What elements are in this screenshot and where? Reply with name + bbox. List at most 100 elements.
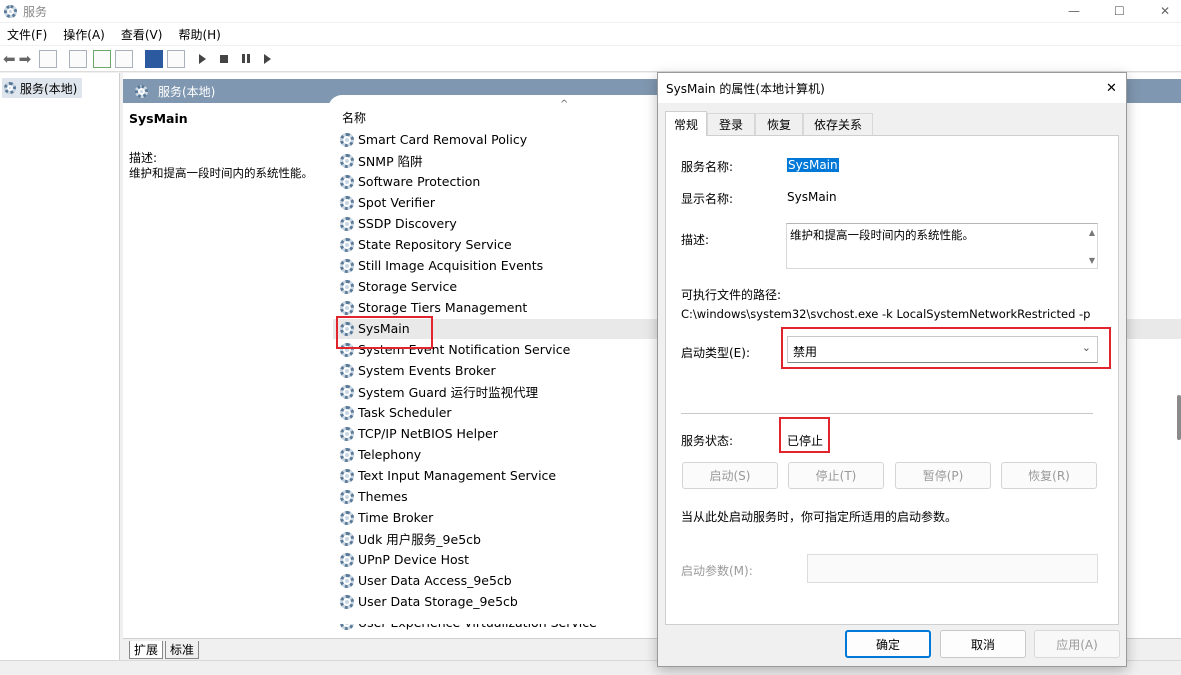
export-list-icon[interactable] bbox=[115, 49, 134, 68]
restart-icon[interactable] bbox=[264, 53, 272, 64]
window-title: 服务 bbox=[23, 4, 48, 19]
services-icon bbox=[4, 82, 16, 94]
apply-button[interactable]: 应用(A) bbox=[1034, 630, 1120, 658]
selected-service-desc-label: 描述: bbox=[129, 151, 158, 165]
service-row[interactable]: User Data Storage_9e5cb bbox=[340, 591, 518, 612]
stop-icon[interactable] bbox=[220, 54, 229, 63]
service-row-label: Udk 用户服务_9e5cb bbox=[358, 532, 481, 547]
play-icon[interactable] bbox=[199, 53, 207, 64]
service-gear-icon bbox=[340, 573, 354, 588]
tab-standard[interactable]: 标准 bbox=[165, 641, 200, 659]
service-row-label: Task Scheduler bbox=[358, 405, 452, 420]
properties-icon[interactable] bbox=[69, 49, 88, 68]
service-row-label: Themes bbox=[358, 489, 408, 504]
exe-path-label: 可执行文件的路径: bbox=[681, 288, 782, 302]
pause-icon[interactable] bbox=[242, 54, 251, 63]
tab-general[interactable]: 常规 bbox=[665, 111, 707, 136]
service-row[interactable]: Time Broker bbox=[340, 507, 433, 528]
resume-button[interactable]: 恢复(R) bbox=[1001, 462, 1097, 489]
service-row[interactable]: Text Input Management Service bbox=[340, 465, 556, 486]
panel-header-title: 服务(本地) bbox=[158, 84, 216, 99]
tab-logon-label: 登录 bbox=[718, 118, 743, 132]
properties-dialog: SysMain 的属性(本地计算机) ✕ 常规 登录 恢复 依存关系 服务名称:… bbox=[657, 72, 1127, 667]
service-row-label: Software Protection bbox=[358, 174, 481, 189]
service-row[interactable]: State Repository Service bbox=[340, 234, 512, 255]
ok-button[interactable]: 确定 bbox=[845, 630, 931, 658]
menu-help[interactable]: 帮助(H) bbox=[178, 26, 220, 43]
help-icon[interactable] bbox=[145, 49, 164, 68]
service-row[interactable]: Spot Verifier bbox=[340, 192, 435, 213]
vertical-scrollbar-thumb[interactable] bbox=[1177, 395, 1181, 440]
service-row[interactable]: SNMP 陷阱 bbox=[340, 150, 423, 171]
service-row-label: System Events Broker bbox=[358, 363, 496, 378]
service-row-label: Telephony bbox=[358, 447, 422, 462]
service-row[interactable]: SSDP Discovery bbox=[340, 213, 457, 234]
cancel-button[interactable]: 取消 bbox=[940, 630, 1026, 658]
service-row[interactable]: System Guard 运行时监视代理 bbox=[340, 381, 538, 402]
start-button[interactable]: 启动(S) bbox=[682, 462, 778, 489]
service-row[interactable]: System Events Broker bbox=[340, 360, 496, 381]
service-row-label: Text Input Management Service bbox=[358, 468, 557, 483]
refresh-icon[interactable] bbox=[93, 49, 112, 68]
service-row[interactable]: Udk 用户服务_9e5cb bbox=[340, 528, 481, 549]
minimize-button[interactable]: — bbox=[1068, 4, 1080, 18]
service-gear-icon bbox=[340, 405, 354, 420]
service-gear-icon bbox=[340, 384, 354, 399]
service-row[interactable]: Telephony bbox=[340, 444, 421, 465]
show-tree-icon[interactable] bbox=[39, 49, 58, 68]
column-header-name[interactable]: 名称 bbox=[342, 109, 366, 126]
scroll-up-arrow-icon[interactable]: ▲ bbox=[1089, 228, 1095, 237]
tree-item-services-local[interactable]: 服务(本地) bbox=[2, 78, 82, 98]
tab-extended[interactable]: 扩展 bbox=[129, 641, 164, 659]
tab-dependencies[interactable]: 依存关系 bbox=[803, 113, 873, 135]
description-text: 维护和提高一段时间内的系统性能。 bbox=[790, 228, 974, 242]
tree-item-label: 服务(本地) bbox=[20, 81, 78, 96]
service-row-label: User Data Storage_9e5cb bbox=[358, 594, 518, 609]
back-arrow-icon[interactable]: ⬅ bbox=[3, 50, 16, 68]
tab-logon[interactable]: 登录 bbox=[707, 113, 755, 135]
tab-recovery[interactable]: 恢复 bbox=[755, 113, 803, 135]
service-row[interactable]: TCP/IP NetBIOS Helper bbox=[340, 423, 498, 444]
tab-general-label: 常规 bbox=[673, 117, 698, 132]
pause-button[interactable]: 暂停(P) bbox=[895, 462, 991, 489]
service-row[interactable]: Still Image Acquisition Events bbox=[340, 255, 543, 276]
services-app-icon bbox=[4, 4, 17, 18]
service-row-label: State Repository Service bbox=[358, 237, 512, 252]
menu-view[interactable]: 查看(V) bbox=[121, 26, 163, 43]
console-icon[interactable] bbox=[167, 49, 186, 68]
startup-type-label: 启动类型(E): bbox=[681, 346, 750, 360]
service-row[interactable]: UPnP Device Host bbox=[340, 549, 469, 570]
service-row[interactable]: User Data Access_9e5cb bbox=[340, 570, 512, 591]
menu-action[interactable]: 操作(A) bbox=[63, 26, 105, 43]
service-row-label: Smart Card Removal Policy bbox=[358, 132, 528, 147]
service-row[interactable]: Task Scheduler bbox=[340, 402, 452, 423]
service-row[interactable]: Themes bbox=[340, 486, 408, 507]
maximize-button[interactable]: ☐ bbox=[1114, 4, 1125, 18]
service-row-label: SNMP 陷阱 bbox=[358, 154, 423, 169]
selected-service-desc: 维护和提高一段时间内的系统性能。 bbox=[129, 166, 313, 180]
stop-button[interactable]: 停止(T) bbox=[788, 462, 884, 489]
menu-file[interactable]: 文件(F) bbox=[7, 26, 47, 43]
service-row[interactable]: Software Protection bbox=[340, 171, 480, 192]
service-row-label: SSDP Discovery bbox=[358, 216, 457, 231]
service-row-label: System Guard 运行时监视代理 bbox=[358, 385, 539, 400]
dialog-close-button[interactable]: ✕ bbox=[1106, 81, 1117, 96]
start-params-input[interactable] bbox=[807, 554, 1098, 583]
service-row[interactable]: Storage Tiers Management bbox=[340, 297, 527, 318]
list-bottom-edge bbox=[330, 616, 660, 624]
tab-body: 服务名称: SysMain 显示名称: SysMain 描述: 维护和提高一段时… bbox=[665, 135, 1119, 625]
sort-ascending-icon: ^ bbox=[560, 99, 569, 110]
service-gear-icon bbox=[340, 174, 354, 189]
scroll-down-arrow-icon[interactable]: ▼ bbox=[1089, 256, 1095, 265]
highlight-service-status bbox=[779, 417, 830, 453]
title-bar: 服务 — ☐ ✕ bbox=[0, 0, 1181, 22]
forward-arrow-icon[interactable]: ➡ bbox=[19, 50, 32, 68]
start-params-hint: 当从此处启动服务时，你可指定所适用的启动参数。 bbox=[681, 510, 958, 524]
service-row[interactable]: Smart Card Removal Policy bbox=[340, 129, 527, 150]
start-params-label: 启动参数(M): bbox=[681, 564, 753, 578]
service-row[interactable]: Storage Service bbox=[340, 276, 457, 297]
close-window-button[interactable]: ✕ bbox=[1160, 4, 1170, 18]
service-name-value[interactable]: SysMain bbox=[787, 158, 839, 172]
service-gear-icon bbox=[340, 363, 354, 378]
tree-pane: 服务(本地) bbox=[0, 73, 120, 660]
